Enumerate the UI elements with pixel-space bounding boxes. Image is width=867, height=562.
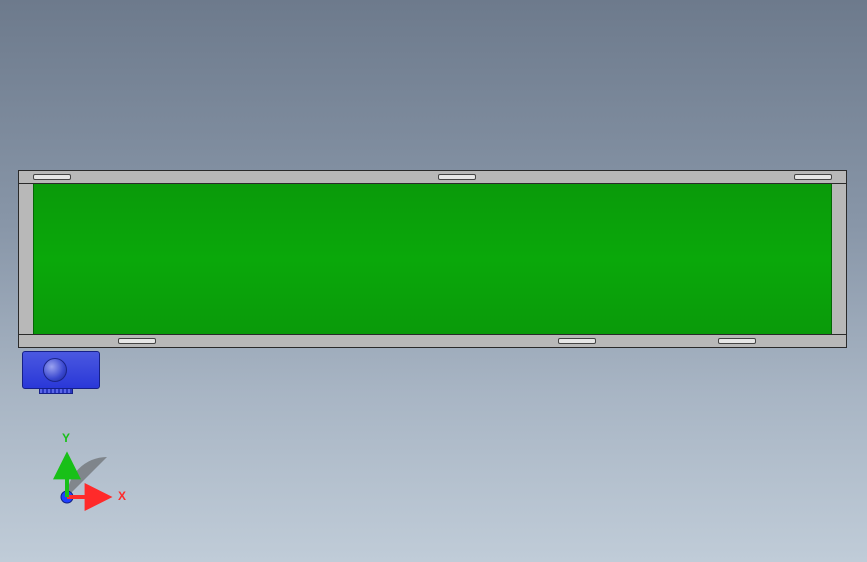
bracket-bottom-right[interactable] xyxy=(718,338,756,344)
view-triad[interactable] xyxy=(52,442,122,512)
axis-y-label: Y xyxy=(62,432,70,444)
drive-motor[interactable] xyxy=(22,351,100,389)
bracket-top-left[interactable] xyxy=(33,174,71,180)
bracket-top-center[interactable] xyxy=(438,174,476,180)
motor-hub xyxy=(43,358,67,382)
motor-fins xyxy=(39,388,73,394)
bracket-top-right[interactable] xyxy=(794,174,832,180)
cad-viewport[interactable]: X Y xyxy=(0,0,867,562)
conveyor-belt[interactable] xyxy=(33,184,832,334)
axis-x-label: X xyxy=(118,490,126,502)
conveyor-assembly[interactable] xyxy=(18,170,847,348)
bracket-bottom-left[interactable] xyxy=(118,338,156,344)
bracket-bottom-center[interactable] xyxy=(558,338,596,344)
